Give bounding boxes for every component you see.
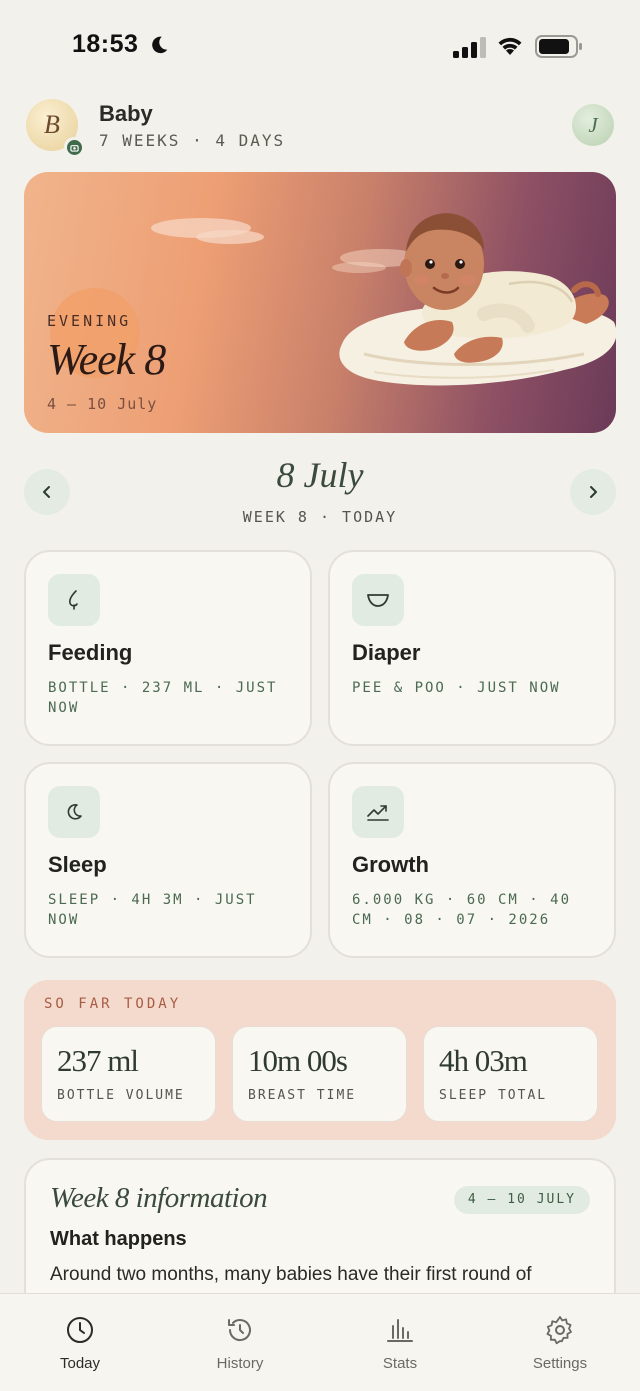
status-bar: 18:53 [0, 0, 640, 92]
history-icon [228, 1319, 251, 1342]
stat-value: 237 ml [57, 1043, 139, 1078]
wifi-icon [498, 37, 522, 55]
tab-stats[interactable]: Stats [320, 1294, 480, 1391]
stat-label: BREAST TIME [248, 1088, 357, 1103]
stat-label: SLEEP TOTAL [439, 1088, 548, 1103]
stat-bottle-volume[interactable]: 237 ml BOTTLE VOLUME [41, 1026, 216, 1122]
chevron-right-icon [590, 486, 597, 498]
week-hero-card[interactable]: EVENING Week 8 4 – 10 July [24, 172, 616, 433]
tab-label: Today [59, 1355, 101, 1372]
time-of-day-label: EVENING [47, 312, 132, 330]
diaper-summary: PEE & POO · JUST NOW [352, 680, 561, 696]
tab-label: Stats [382, 1355, 418, 1372]
baby-age: 7 WEEKS · 4 DAYS [99, 131, 286, 150]
cloud-shape [196, 230, 264, 244]
growth-summary: 6.000 KG · 60 CM · 40 CM · 08 · 07 · 202… [352, 892, 572, 928]
gear-icon [546, 1316, 572, 1345]
stat-sleep-total[interactable]: 4h 03m SLEEP TOTAL [423, 1026, 598, 1122]
week-info-heading: What happens [50, 1228, 187, 1250]
profile-avatar[interactable]: J [572, 104, 614, 146]
stat-value: 10m 00s [248, 1043, 348, 1078]
hero-week-title: Week 8 [47, 335, 166, 384]
tab-history[interactable]: History [160, 1294, 320, 1391]
baby-name: Baby [99, 101, 153, 126]
tab-label: History [216, 1355, 264, 1372]
growth-card[interactable]: Growth 6.000 KG · 60 CM · 40 CM · 08 · 0… [328, 762, 616, 958]
next-day-button[interactable] [570, 469, 616, 515]
week-info-badge: 4 – 10 JULY [453, 1186, 590, 1214]
date-subtitle: WEEK 8 · TODAY [242, 508, 398, 526]
tab-bar: Today History Stats Settings [0, 1293, 640, 1391]
tab-label: Settings [532, 1355, 588, 1372]
feeding-card[interactable]: Feeding BOTTLE · 237 ML · JUST NOW [24, 550, 312, 746]
week-info-text: Around two months, many babies have thei… [50, 1264, 532, 1285]
profile-initial: J [588, 112, 598, 137]
clock-icon [67, 1317, 93, 1343]
stat-value: 4h 03m [439, 1043, 528, 1078]
moon-icon [152, 36, 168, 54]
status-time: 18:53 [72, 30, 139, 58]
baby-illustration [339, 213, 616, 386]
diaper-icon [352, 574, 404, 626]
camera-icon [66, 139, 82, 155]
sleep-card[interactable]: Sleep SLEEP · 4H 3M · JUST NOW [24, 762, 312, 958]
feeding-icon [48, 574, 100, 626]
tab-settings[interactable]: Settings [480, 1294, 640, 1391]
current-date: 8 July [276, 455, 364, 495]
growth-title: Growth [352, 852, 429, 877]
feeding-summary: BOTTLE · 237 ML · JUST NOW [48, 680, 278, 716]
tab-today[interactable]: Today [0, 1294, 160, 1391]
sleep-title: Sleep [48, 852, 107, 877]
so-far-today-panel: SO FAR TODAY 237 ml BOTTLE VOLUME 10m 00… [24, 980, 616, 1140]
diaper-card[interactable]: Diaper PEE & POO · JUST NOW [328, 550, 616, 746]
avatar-initial: B [44, 110, 60, 139]
battery-icon [535, 35, 582, 58]
moon-icon [48, 786, 100, 838]
week-info-title: Week 8 information [50, 1182, 268, 1214]
feeding-title: Feeding [48, 640, 133, 665]
camera-badge[interactable] [64, 137, 84, 157]
stat-label: BOTTLE VOLUME [57, 1088, 185, 1103]
so-far-today-label: SO FAR TODAY [44, 996, 182, 1012]
sleep-summary: SLEEP · 4H 3M · JUST NOW [48, 892, 257, 928]
stat-breast-time[interactable]: 10m 00s BREAST TIME [232, 1026, 407, 1122]
diaper-title: Diaper [352, 640, 421, 665]
hero-date-range: 4 – 10 July [47, 395, 158, 413]
trend-icon [352, 786, 404, 838]
signal-icon [453, 37, 486, 58]
bar-chart-icon [387, 1319, 413, 1342]
